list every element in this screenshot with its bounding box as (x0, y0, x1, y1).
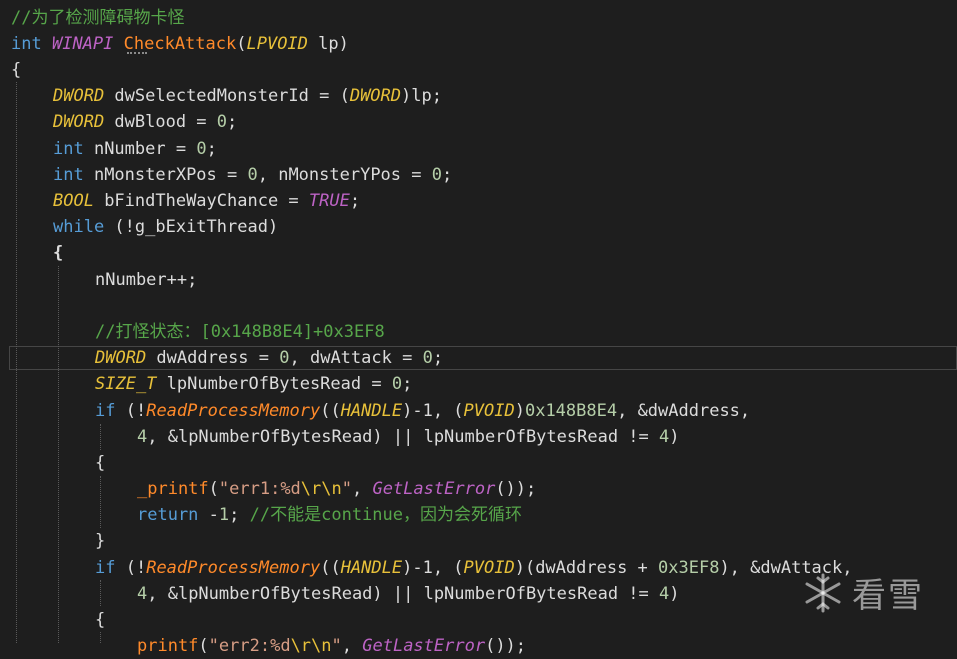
code-line-15: if (!ReadProcessMemory((HANDLE)-1, (PVOI… (95, 401, 751, 421)
indent-guide (58, 266, 59, 643)
code-line-20: } (95, 531, 106, 551)
code-line-8: BOOL bFindTheWayChance = TRUE; (53, 191, 361, 211)
code-line-21: if (!ReadProcessMemory((HANDLE)-1, (PVOI… (95, 558, 853, 578)
indent-guide (100, 424, 101, 450)
code-line-6: int nNumber = 0; (53, 139, 217, 159)
code-line-13: DWORD dwAddress = 0, dwAttack = 0; (95, 348, 444, 368)
code-line-16: 4, &lpNumberOfBytesRead) || lpNumberOfBy… (137, 427, 680, 447)
code-line-3: { (11, 60, 22, 80)
code-line-22: 4, &lpNumberOfBytesRead) || lpNumberOfBy… (137, 584, 680, 604)
code-line-12: //打怪状态：[0x148B8E4]+0x3EF8 (95, 322, 385, 342)
code-line-14: SIZE_T lpNumberOfBytesRead = 0; (95, 374, 413, 394)
indent-guide (100, 632, 101, 643)
suggestion-dots (127, 46, 147, 54)
code-editor[interactable]: //为了检测障碍物卡怪 int WINAPI CheckAttack(LPVOI… (0, 0, 957, 656)
code-line-23: { (95, 610, 106, 630)
code-line-1: //为了检测障碍物卡怪 (11, 8, 185, 28)
snowflake-icon (805, 573, 841, 613)
code-line-2: int WINAPI CheckAttack(LPVOID lp) (11, 34, 349, 54)
code-line-11: nNumber++; (95, 270, 198, 290)
code-line-5: DWORD dwBlood = 0; (53, 112, 238, 132)
indent-guide (16, 82, 17, 643)
code-line-10: { (53, 243, 64, 263)
code-line-18: _printf("err1:%d\r\n", GetLastError()); (137, 479, 537, 499)
code-line-24: printf("err2:%d\r\n", GetLastError()); (137, 636, 527, 656)
code-line-19: return -1; //不能是continue，因为会死循环 (137, 505, 522, 525)
indent-guide (100, 476, 101, 528)
indent-guide (100, 580, 101, 606)
code-line-4: DWORD dwSelectedMonsterId = (DWORD)lp; (53, 86, 442, 106)
watermark-text: 看雪 (852, 576, 924, 616)
code-line-17: { (95, 453, 106, 473)
code-line-7: int nMonsterXPos = 0, nMonsterYPos = 0; (53, 165, 453, 185)
code-line-9: while (!g_bExitThread) (53, 217, 279, 237)
